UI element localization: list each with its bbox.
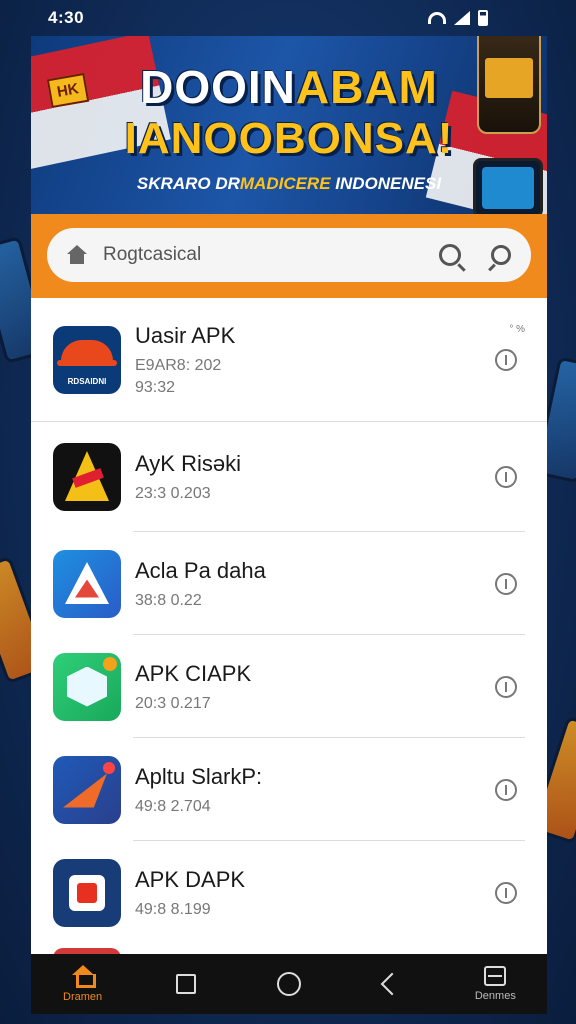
nav-system-home[interactable]: [249, 972, 329, 996]
list-item[interactable]: Apltu SlarkP: 49:8 2.704: [31, 738, 547, 841]
app-title: APK DAPK: [135, 866, 246, 892]
list-item[interactable]: AyK Risəki 23:3 0.203: [31, 422, 547, 532]
list-item-text: Acla Pa daha 38:8 0.22: [135, 558, 495, 610]
banner-subtitle-accent: MADICERE: [239, 174, 331, 193]
banner-headline: DOOINABAM: [31, 60, 547, 114]
app-list: RDSAIDNI Uasir APK E9AR8: 202 93:32 ° % …: [31, 298, 547, 944]
a-letter-icon: [53, 443, 121, 511]
battery-icon: [478, 10, 488, 26]
triangle-icon: [53, 549, 121, 618]
app-meta: 23:3 0.203: [135, 485, 211, 502]
app-title: AyK Risəki: [135, 451, 241, 476]
home-icon[interactable]: [67, 245, 87, 265]
list-item-text: AyK Risəki 23:3 0.203: [135, 451, 495, 503]
download-icon[interactable]: [495, 348, 517, 371]
voice-search-icon[interactable]: [491, 245, 511, 265]
banner-subtitle: SKRARO DRMADICERE INDONENESI: [31, 174, 547, 194]
nav-menu[interactable]: Denmes: [455, 966, 535, 1002]
list-item[interactable]: APK CIAPK 20:3 0.217: [31, 635, 547, 738]
search-input[interactable]: Rogtcasical: [103, 244, 439, 266]
nav-recents[interactable]: [146, 974, 226, 994]
download-icon[interactable]: [495, 466, 517, 488]
banner-headline-line2: IANOOBONSA!: [124, 114, 454, 163]
app-meta-secondary: 93:32: [135, 378, 176, 396]
app-meta: 49:8 2.704: [135, 797, 211, 815]
nav-home-label: Dramen: [63, 991, 103, 1003]
search-bar[interactable]: Rogtcasical: [47, 228, 531, 282]
promo-banner[interactable]: HK DOOINABAM IANOOBONSA! SKRARO DRMADICE…: [31, 36, 547, 214]
banner-headline-part: DOOIN: [140, 61, 296, 113]
square-icon: [175, 974, 196, 994]
signal-icon: [454, 11, 470, 25]
corner-mark: ° %: [509, 324, 525, 335]
app-window: HK DOOINABAM IANOOBONSA! SKRARO DRMADICE…: [31, 36, 547, 1014]
hat-icon: RDSAIDNI: [53, 325, 121, 394]
wifi-icon: [428, 12, 446, 24]
status-bar: 4:30: [0, 0, 576, 36]
app-meta: 38:8 0.22: [135, 591, 202, 609]
list-item[interactable]: APK DAPK 49:8 8.199: [31, 841, 547, 944]
banner-subtitle-part: SKRARO DR: [136, 174, 240, 193]
search-section: Rogtcasical: [31, 214, 547, 298]
circle-icon: [276, 972, 301, 996]
nav-menu-label: Denmes: [474, 990, 516, 1002]
bottom-nav-bar: Dramen Denmes: [31, 954, 547, 1014]
app-icon-label: RDSAIDNI: [67, 376, 107, 386]
list-item-text: Uasir APK E9AR8: 202 93:32: [135, 323, 495, 397]
status-icons: [428, 10, 488, 26]
download-icon[interactable]: [495, 675, 517, 698]
app-meta: 49:8 8.199: [135, 900, 211, 918]
app-title: APK CIAPK: [135, 660, 252, 686]
search-icon[interactable]: [439, 244, 461, 266]
menu-icon: [484, 966, 507, 986]
badge-icon: [53, 858, 121, 927]
list-item[interactable]: RDSAIDNI Uasir APK E9AR8: 202 93:32 ° %: [31, 298, 547, 422]
download-icon[interactable]: [495, 572, 517, 595]
app-meta: 20:3 0.217: [135, 694, 211, 712]
list-item-text: APK CIAPK 20:3 0.217: [135, 661, 495, 713]
app-meta: E9AR8: 202: [135, 356, 222, 374]
arrow-icon: [53, 755, 121, 824]
list-item[interactable]: Acla Pa daha 38:8 0.22: [31, 532, 547, 635]
nav-back[interactable]: [352, 972, 432, 996]
banner-subtitle-part: INDONENESI: [330, 174, 442, 193]
back-icon: [380, 972, 404, 996]
hexagon-icon: [53, 652, 121, 721]
list-item-text: Apltu SlarkP: 49:8 2.704: [135, 764, 495, 816]
nav-home[interactable]: Dramen: [43, 965, 123, 1003]
app-title: Uasir APK: [135, 322, 236, 348]
download-icon[interactable]: [495, 881, 517, 904]
app-title: Apltu SlarkP:: [135, 763, 263, 789]
download-icon[interactable]: [495, 778, 517, 801]
banner-headline-accent: ABAM: [295, 61, 438, 113]
status-time: 4:30: [48, 8, 85, 27]
list-item-text: APK DAPK 49:8 8.199: [135, 867, 495, 919]
app-title: Acla Pa daha: [135, 557, 266, 583]
home-icon: [71, 965, 96, 988]
